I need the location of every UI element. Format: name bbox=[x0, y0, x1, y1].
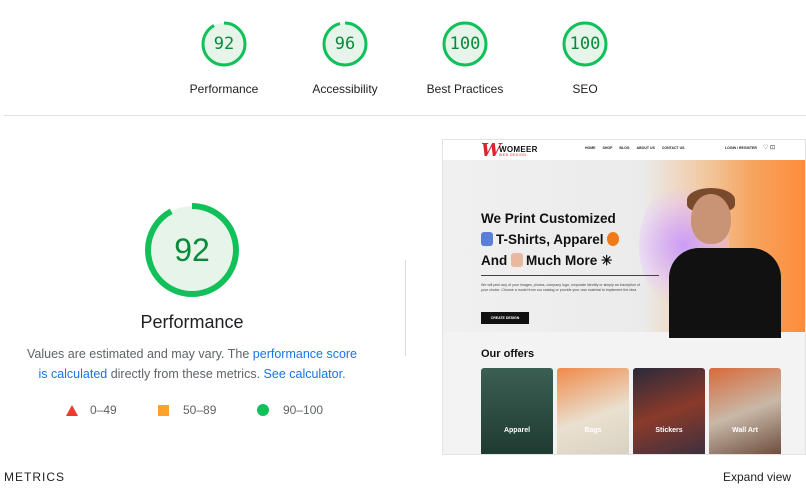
gauge-accessibility[interactable]: 96 Accessibility bbox=[290, 0, 400, 96]
performance-description: Values are estimated and may vary. The p… bbox=[22, 344, 362, 384]
circle-icon bbox=[257, 404, 269, 416]
hero-line: We Print Customized bbox=[481, 211, 616, 226]
score-ring: 92 bbox=[200, 20, 248, 68]
desc-text: Values are estimated and may vary. The bbox=[26, 347, 253, 361]
score-value: 100 bbox=[449, 34, 481, 54]
score-ring: 100 bbox=[441, 20, 489, 68]
basketball-emoji-icon bbox=[607, 232, 620, 246]
preview-menu: HOME SHOP BLOG ABOUT US CONTACT US bbox=[585, 146, 685, 150]
score-label: Best Practices bbox=[426, 82, 504, 96]
hero-line: And Much More ✳ bbox=[481, 250, 622, 271]
vertical-divider bbox=[405, 260, 406, 356]
preview-heart-cart-icon: ♡ ⊡ bbox=[763, 145, 776, 151]
offer-card-stickers: Stickers bbox=[633, 368, 705, 454]
hero-line-text: Much More bbox=[526, 253, 598, 268]
score-value: 100 bbox=[569, 34, 601, 54]
preview-hero: We Print Customized T-Shirts, Apparel An… bbox=[443, 160, 805, 338]
logo-tagline: WEB DESIGN bbox=[499, 153, 527, 157]
desc-text: directly from these metrics. bbox=[107, 367, 264, 381]
hero-heading: We Print Customized T-Shirts, Apparel An… bbox=[481, 208, 622, 271]
score-label: Performance bbox=[189, 82, 259, 96]
performance-title: Performance bbox=[140, 312, 244, 332]
gauge-best-practices[interactable]: 100 Best Practices bbox=[410, 0, 520, 96]
preview-menu-item: SHOP bbox=[602, 146, 613, 150]
offer-label: Bags bbox=[584, 427, 602, 434]
shirt-emoji-icon bbox=[481, 232, 493, 246]
score-ring: 100 bbox=[561, 20, 609, 68]
legend-fail: 0–49 bbox=[66, 403, 117, 417]
offer-card-bags: Bags bbox=[557, 368, 629, 454]
hero-line: T-Shirts, Apparel bbox=[481, 229, 622, 250]
model-head bbox=[691, 194, 731, 244]
hero-paragraph: We will print any of your images, photos… bbox=[481, 283, 640, 292]
hero-line-text: T-Shirts, Apparel bbox=[496, 232, 604, 247]
person-emoji-icon bbox=[511, 253, 524, 267]
desc-text: . bbox=[342, 367, 346, 381]
offer-label: Wall Art bbox=[732, 427, 758, 434]
metrics-heading: METRICS bbox=[4, 470, 65, 484]
score-label: Accessibility bbox=[312, 82, 378, 96]
performance-score-value: 92 bbox=[174, 232, 210, 268]
model-tshirt bbox=[669, 248, 781, 338]
offer-label: Apparel bbox=[503, 427, 531, 434]
score-ring: 96 bbox=[321, 20, 369, 68]
offer-label: Stickers bbox=[655, 427, 683, 434]
asterisk-icon: ✳ bbox=[601, 253, 613, 268]
offers-title: Our offers bbox=[481, 348, 535, 360]
legend-fail-label: 0–49 bbox=[90, 403, 117, 417]
section-divider bbox=[4, 115, 806, 116]
score-label: SEO bbox=[572, 82, 598, 96]
score-legend: 0–49 50–89 90–100 bbox=[0, 403, 384, 419]
legend-average-label: 50–89 bbox=[183, 403, 217, 417]
square-icon bbox=[158, 404, 169, 416]
legend-average: 50–89 bbox=[158, 403, 216, 417]
hero-line-text: And bbox=[481, 253, 508, 268]
preview-menu-item: HOME bbox=[585, 146, 596, 150]
hero-rule bbox=[481, 275, 659, 276]
score-summary: 92 Performance 96 Accessibility 100 Best… bbox=[0, 0, 806, 116]
legend-pass: 90–100 bbox=[257, 403, 323, 417]
gauge-seo[interactable]: 100 SEO bbox=[530, 0, 640, 96]
page-screenshot-preview[interactable]: W WOMEER WEB DESIGN HOME SHOP BLOG ABOUT… bbox=[442, 139, 806, 455]
preview-menu-item: ABOUT US bbox=[636, 146, 655, 150]
create-design-button: CREATE DESIGN bbox=[481, 312, 529, 324]
triangle-icon bbox=[66, 404, 78, 416]
legend-pass-label: 90–100 bbox=[283, 403, 324, 417]
expand-view-button[interactable]: Expand view bbox=[723, 470, 791, 484]
preview-login: LOGIN / REGISTER bbox=[725, 146, 757, 150]
score-value: 92 bbox=[213, 34, 235, 54]
preview-menu-item: BLOG bbox=[619, 146, 630, 150]
offer-card-wall-art: Wall Art bbox=[709, 368, 781, 454]
gauge-performance[interactable]: 92 Performance bbox=[169, 0, 279, 96]
performance-gauge-large: 92 bbox=[144, 202, 240, 298]
preview-menu-item: CONTACT US bbox=[661, 146, 685, 150]
preview-navbar: W WOMEER WEB DESIGN HOME SHOP BLOG ABOUT… bbox=[443, 140, 805, 161]
offer-card-apparel: Apparel bbox=[481, 368, 553, 454]
see-calculator-link[interactable]: See calculator bbox=[264, 367, 343, 381]
score-value: 96 bbox=[334, 34, 356, 54]
